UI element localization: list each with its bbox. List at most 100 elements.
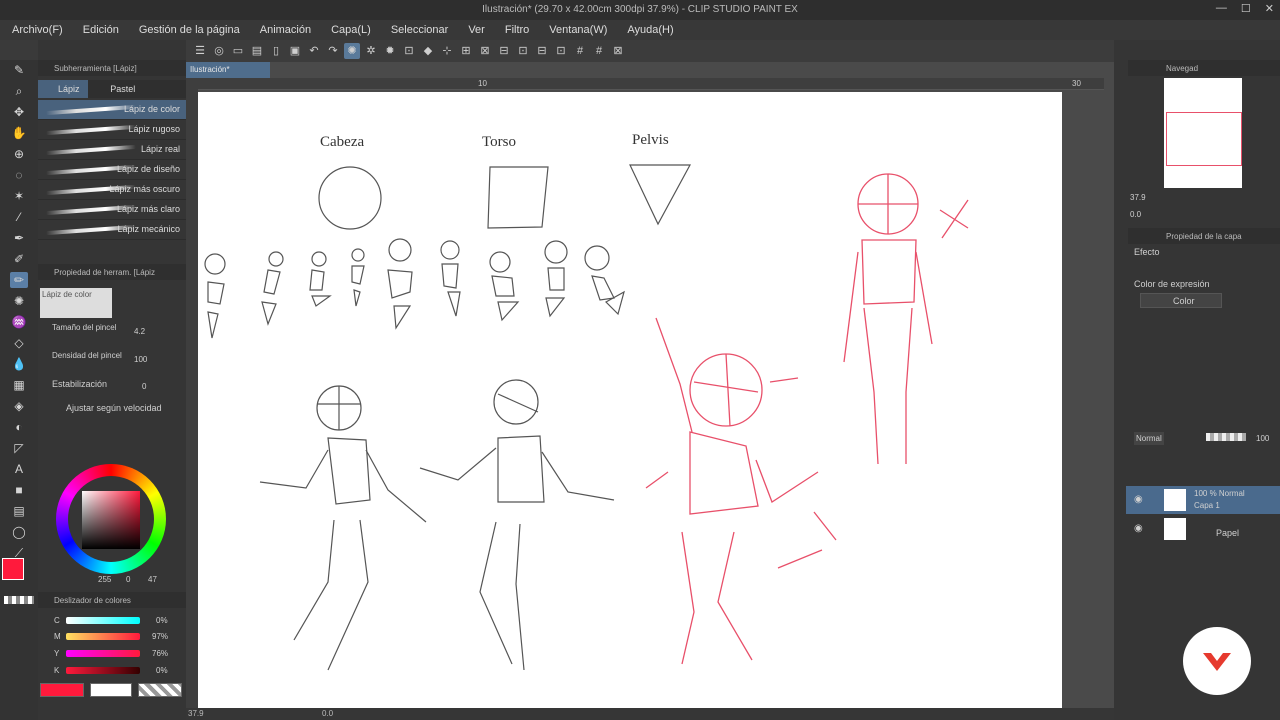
document-tab[interactable]: Ilustración*: [186, 62, 270, 78]
blend-mode-select[interactable]: Normal: [1134, 432, 1164, 445]
lasso-icon[interactable]: ◌: [10, 167, 28, 183]
c-slider[interactable]: [66, 617, 140, 624]
cmyk-m-value[interactable]: 97%: [152, 632, 168, 641]
transparent-color-box[interactable]: [138, 683, 182, 697]
density-value[interactable]: 100: [134, 355, 147, 364]
undo-icon[interactable]: ↶: [306, 43, 322, 59]
navigator-view-rect[interactable]: [1166, 112, 1242, 166]
fill-bucket-icon[interactable]: ◈: [10, 398, 28, 414]
brush-item[interactable]: Lápiz más oscuro: [38, 180, 186, 200]
eye-icon[interactable]: ◉: [1134, 523, 1143, 534]
clip-studio-icon[interactable]: ◎: [211, 43, 227, 59]
clear-icon[interactable]: ✲: [363, 43, 379, 59]
menu-filter[interactable]: Filtro: [505, 20, 529, 40]
eyedropper-icon[interactable]: ⁄: [10, 209, 28, 225]
cmyk-c-value[interactable]: 0%: [156, 616, 168, 625]
menu-window[interactable]: Ventana(W): [549, 20, 607, 40]
balloon-icon[interactable]: ▤: [10, 503, 28, 519]
save-icon[interactable]: ▣: [287, 43, 303, 59]
layer-select-icon[interactable]: ⊕: [10, 146, 28, 162]
pen-icon[interactable]: ✒: [10, 230, 28, 246]
menu-view[interactable]: Ver: [468, 20, 485, 40]
eye-icon[interactable]: ◉: [1134, 494, 1143, 505]
size-value[interactable]: 4.2: [134, 327, 145, 336]
zoom-value[interactable]: 37.9: [188, 709, 204, 718]
menu-help[interactable]: Ayuda(H): [627, 20, 673, 40]
layer-row-selected[interactable]: ◉ 100 % Normal Capa 1: [1126, 486, 1280, 514]
speech-icon[interactable]: ◯: [10, 524, 28, 540]
saturation-square[interactable]: [82, 491, 140, 549]
text-icon[interactable]: A: [10, 461, 28, 477]
tab-lapiz[interactable]: Lápiz: [38, 80, 88, 98]
blend-icon[interactable]: 💧: [10, 356, 28, 372]
menu-page[interactable]: Gestión de la página: [139, 20, 240, 40]
crop-icon[interactable]: ⊹: [439, 43, 455, 59]
perspective-icon[interactable]: ⊡: [553, 43, 569, 59]
snap-ruler-icon[interactable]: ⊟: [534, 43, 550, 59]
new-file-icon[interactable]: ▯: [268, 43, 284, 59]
minimize-icon[interactable]: —: [1216, 2, 1227, 15]
m-slider[interactable]: [66, 633, 140, 640]
gradient-icon[interactable]: ◐: [10, 419, 28, 435]
navigator-thumbnail[interactable]: [1164, 78, 1242, 188]
transform-icon[interactable]: ⊡: [401, 43, 417, 59]
transparent-swatch[interactable]: [4, 596, 34, 604]
decoration-icon[interactable]: ♒: [10, 314, 28, 330]
grid-toggle-icon[interactable]: #: [572, 43, 588, 59]
close-icon[interactable]: ✕: [1265, 2, 1274, 15]
y-slider[interactable]: [66, 650, 140, 657]
hand-icon[interactable]: ✋: [10, 125, 28, 141]
rotation-value[interactable]: 0.0: [322, 709, 333, 718]
pencil-icon[interactable]: ✏: [10, 272, 28, 288]
settings-icon[interactable]: ✹: [382, 43, 398, 59]
pen-alt-icon[interactable]: ✐: [10, 251, 28, 267]
canvas-paper[interactable]: Cabeza Torso Pelvis: [198, 92, 1062, 708]
menu-file[interactable]: Archivo(F): [12, 20, 63, 40]
menu-select[interactable]: Seleccionar: [391, 20, 448, 40]
opacity-slider[interactable]: [1206, 433, 1246, 441]
grid-icon[interactable]: ⊞: [458, 43, 474, 59]
menu-icon[interactable]: ☰: [192, 43, 208, 59]
figure-icon[interactable]: ▦: [10, 377, 28, 393]
navigator-zoom[interactable]: 37.9: [1130, 193, 1146, 202]
eraser-icon[interactable]: ◇: [10, 335, 28, 351]
brush-item[interactable]: Lápiz real: [38, 140, 186, 160]
menu-layer[interactable]: Capa(L): [331, 20, 371, 40]
frame-border-icon[interactable]: ■: [10, 482, 28, 498]
layer-row[interactable]: ◉ Papel: [1126, 516, 1280, 542]
stabilization-value[interactable]: 0: [142, 382, 146, 391]
magic-wand-icon[interactable]: ✶: [10, 188, 28, 204]
maximize-icon[interactable]: ☐: [1241, 2, 1251, 15]
symmetry-icon[interactable]: ⊟: [496, 43, 512, 59]
sub-color-box[interactable]: [90, 683, 132, 697]
cmyk-k-value[interactable]: 0%: [156, 666, 168, 675]
frame-icon[interactable]: ⊡: [515, 43, 531, 59]
adjust-speed-label[interactable]: Ajustar según velocidad: [66, 403, 162, 413]
open-folder-icon[interactable]: ▤: [249, 43, 265, 59]
grid-alt-icon[interactable]: #: [591, 43, 607, 59]
guide-icon[interactable]: ⊠: [610, 43, 626, 59]
airbrush-icon[interactable]: ✺: [10, 293, 28, 309]
ruler-tool-icon[interactable]: ◸: [10, 440, 28, 456]
tab-pastel[interactable]: Pastel: [90, 80, 143, 98]
k-slider[interactable]: [66, 667, 140, 674]
brush-item[interactable]: Lápiz rugoso: [38, 120, 186, 140]
navigator-angle[interactable]: 0.0: [1130, 210, 1141, 219]
move-icon[interactable]: ✥: [10, 104, 28, 120]
cmyk-y-value[interactable]: 76%: [152, 649, 168, 658]
redo-icon[interactable]: ↷: [325, 43, 341, 59]
menu-animation[interactable]: Animación: [260, 20, 311, 40]
current-color-swatch[interactable]: [40, 683, 84, 697]
fill-icon[interactable]: ◆: [420, 43, 436, 59]
ruler-icon[interactable]: ⊠: [477, 43, 493, 59]
menu-edit[interactable]: Edición: [83, 20, 119, 40]
snap-icon[interactable]: ✺: [344, 43, 360, 59]
print-icon[interactable]: ▭: [230, 43, 246, 59]
brush-item[interactable]: Lápiz más claro: [38, 200, 186, 220]
zoom-icon[interactable]: ⌕: [10, 83, 28, 99]
main-color-swatch[interactable]: [2, 558, 24, 580]
brush-icon[interactable]: ✎: [10, 62, 28, 78]
expression-color-select[interactable]: Color: [1140, 293, 1222, 308]
opacity-value[interactable]: 100: [1256, 434, 1269, 443]
brush-item[interactable]: Lápiz de color: [38, 100, 186, 120]
